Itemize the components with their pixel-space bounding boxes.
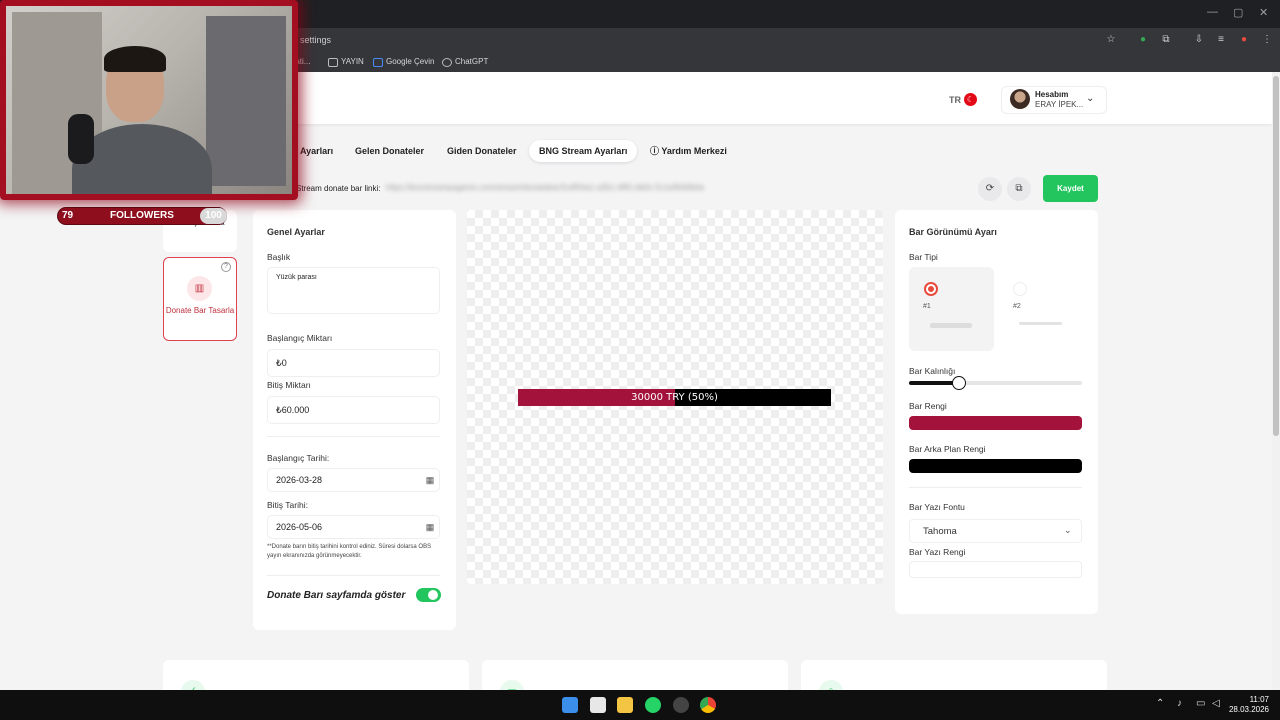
- obs-icon[interactable]: [673, 697, 689, 713]
- end-amount-label: Bitiş Miktarı: [267, 380, 311, 390]
- save-button[interactable]: Kaydet: [1043, 175, 1098, 202]
- bar-chart-icon: ▥: [187, 276, 212, 301]
- webcam-overlay: [0, 0, 298, 200]
- browser-menu-icon[interactable]: ⋮: [1261, 34, 1273, 46]
- extensions-icon[interactable]: ⧉: [1160, 34, 1172, 46]
- start-amount-input[interactable]: ₺0: [267, 349, 440, 377]
- download-icon[interactable]: ⇩: [1193, 34, 1205, 46]
- calendar-icon[interactable]: ▦: [424, 522, 436, 533]
- divider: [909, 487, 1082, 488]
- chevron-down-icon[interactable]: ⌄: [1086, 93, 1094, 104]
- whatsapp-icon[interactable]: [645, 697, 661, 713]
- bar-type-label: Bar Tipi: [909, 252, 938, 262]
- bar-text-color-swatch[interactable]: [909, 561, 1082, 578]
- bar-type-radio-2[interactable]: [1013, 282, 1027, 296]
- end-date-label: Bitiş Tarihi:: [267, 500, 308, 510]
- taskbar-date[interactable]: 28.03.2026: [1225, 705, 1269, 714]
- end-amount-input[interactable]: ₺60.000: [267, 396, 440, 424]
- bar-type-radio-1[interactable]: [924, 282, 938, 296]
- donate-bar-text: 30000 TRY (50%): [631, 392, 718, 403]
- webcam-background-window: [206, 16, 286, 186]
- microphone-icon: [68, 114, 94, 164]
- windows-start-icon[interactable]: [562, 697, 578, 713]
- file-explorer-icon[interactable]: [617, 697, 633, 713]
- turkey-flag-icon[interactable]: ☾: [964, 93, 977, 106]
- general-settings-title: Genel Ayarlar: [267, 227, 325, 237]
- bar-text-color-label: Bar Yazı Rengi: [909, 547, 966, 557]
- taskbar-time[interactable]: 11:07: [1231, 695, 1269, 704]
- translate-icon: [373, 57, 383, 67]
- maximize-icon[interactable]: ▢: [1233, 6, 1243, 19]
- help-circle-icon: ⓘ: [650, 146, 660, 156]
- close-window-icon[interactable]: ✕: [1259, 6, 1268, 19]
- start-date-input[interactable]: 2026-03-28: [267, 468, 440, 492]
- profile-icon[interactable]: ●: [1238, 34, 1250, 46]
- bar-bg-color-label: Bar Arka Plan Rengi: [909, 444, 986, 454]
- network-icon[interactable]: ▭: [1196, 698, 1205, 709]
- chevron-down-icon[interactable]: ⌄: [1064, 525, 1072, 536]
- bar-color-label: Bar Rengi: [909, 401, 947, 411]
- url-text[interactable]: settings: [300, 33, 331, 47]
- tab-yardim-merkezi[interactable]: ⓘ Yardım Merkezi: [640, 140, 737, 162]
- tab-giden-donateler[interactable]: Giden Donateler: [437, 140, 527, 162]
- followers-goal: 100: [200, 208, 227, 224]
- chrome-icon[interactable]: [700, 697, 716, 713]
- account-title: Hesabım: [1035, 90, 1069, 99]
- bar-type-1-sample: [930, 323, 972, 328]
- media-controls-icon[interactable]: ≡: [1215, 34, 1227, 46]
- start-amount-label: Başlangıç Miktarı: [267, 333, 333, 343]
- webcam-person-hair: [104, 46, 166, 72]
- account-name: ERAY İPEK...: [1035, 100, 1084, 109]
- bar-bg-color-swatch[interactable]: [909, 459, 1082, 473]
- end-date-input[interactable]: 2026-05-06: [267, 515, 440, 539]
- minimize-icon[interactable]: —: [1207, 6, 1218, 18]
- donate-bar-design-label: Donate Bar Tasarla: [165, 306, 235, 315]
- show-bar-label: Donate Barı sayfamda göster: [267, 590, 406, 601]
- stream-link-url[interactable]: https://bnostreampagame.com/stream/donat…: [386, 183, 794, 193]
- bar-type-2-label: #2: [1013, 303, 1021, 310]
- appearance-title: Bar Görünümü Ayarı: [909, 227, 997, 237]
- bar-type-option-1[interactable]: [909, 267, 994, 351]
- refresh-link-icon[interactable]: ⟳: [978, 177, 1002, 201]
- tab-gelen-donateler[interactable]: Gelen Donateler: [345, 140, 434, 162]
- bookmark-folder-yayin[interactable]: YAYIN: [328, 56, 364, 68]
- bar-color-swatch[interactable]: [909, 416, 1082, 430]
- heading-input[interactable]: [267, 267, 440, 314]
- scrollbar-thumb[interactable]: [1273, 76, 1279, 436]
- avatar[interactable]: [1010, 89, 1030, 109]
- heading-label: Başlık: [267, 252, 291, 262]
- toggle-knob[interactable]: [428, 590, 438, 600]
- bookmark-chatgpt[interactable]: ChatGPT: [442, 56, 488, 68]
- folder-icon: [328, 57, 338, 67]
- chatgpt-icon: [442, 57, 452, 67]
- end-date-warning: **Donate barın bitiş tarihini kontrol ed…: [267, 544, 432, 559]
- copy-link-icon[interactable]: ⧉: [1007, 177, 1031, 201]
- windows-taskbar: [0, 690, 1280, 720]
- microphone-tray-icon[interactable]: ♪: [1177, 698, 1182, 709]
- notes-app-icon[interactable]: [590, 697, 606, 713]
- tray-arrow-icon[interactable]: ⌃: [1156, 698, 1164, 709]
- bar-thickness-label: Bar Kalınlığı: [909, 366, 956, 376]
- calendar-icon[interactable]: ▦: [424, 475, 436, 486]
- bookmark-star-icon[interactable]: ☆: [1105, 34, 1117, 46]
- extension-shield-icon[interactable]: ●: [1137, 34, 1149, 46]
- divider: [267, 436, 440, 437]
- bar-font-select[interactable]: Tahoma: [909, 519, 1082, 543]
- stream-link-label: Stream donate bar linki:: [296, 184, 381, 193]
- divider: [267, 575, 440, 576]
- volume-icon[interactable]: ◁: [1212, 698, 1220, 709]
- start-date-label: Başlangıç Tarihi:: [267, 453, 330, 463]
- bookmark-google-ceviri[interactable]: Google Çevin: [373, 56, 434, 68]
- bar-font-label: Bar Yazı Fontu: [909, 502, 965, 512]
- donate-bar-preview: 30000 TRY (50%): [518, 389, 831, 406]
- help-icon[interactable]: ?: [221, 262, 231, 272]
- tab-bng-stream-ayarlari[interactable]: BNG Stream Ayarları: [529, 140, 638, 162]
- bar-type-2-sample: [1019, 322, 1062, 325]
- language-code[interactable]: TR: [949, 95, 961, 105]
- bar-type-1-label: #1: [923, 303, 931, 310]
